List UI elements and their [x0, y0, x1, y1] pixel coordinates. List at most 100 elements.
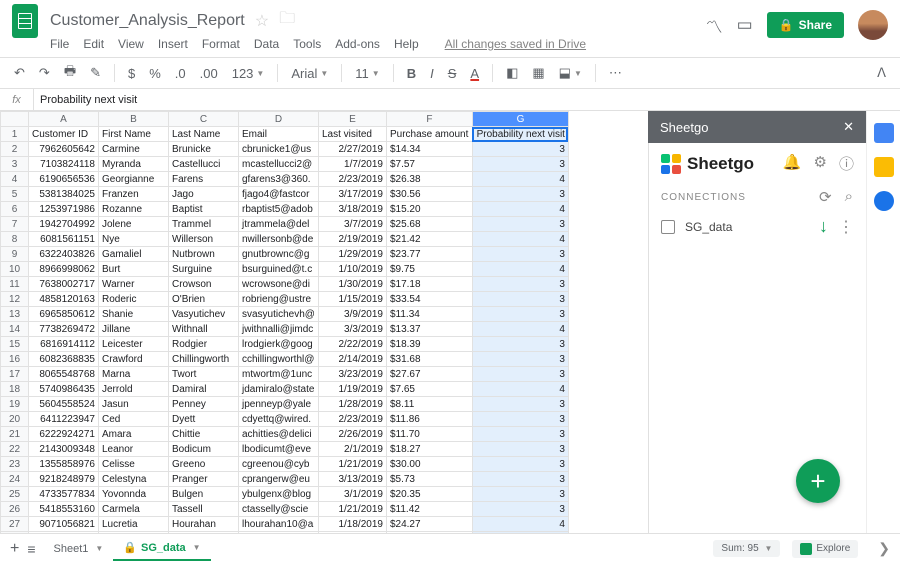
- cell[interactable]: 9218248979: [29, 472, 99, 487]
- comment-icon[interactable]: ▭: [737, 15, 753, 35]
- cell[interactable]: Rozanne: [99, 202, 169, 217]
- col-header-D[interactable]: D: [239, 112, 319, 127]
- cell[interactable]: Marna: [99, 367, 169, 382]
- header-cell[interactable]: Email: [239, 127, 319, 142]
- more-toolbar[interactable]: ⋯: [605, 63, 626, 83]
- cell[interactable]: $11.42: [386, 502, 472, 517]
- cell[interactable]: Jasun: [99, 397, 169, 412]
- cell[interactable]: Nutbrown: [169, 247, 239, 262]
- cell[interactable]: Crawford: [99, 352, 169, 367]
- cell[interactable]: 1/21/2019: [318, 457, 386, 472]
- row-header[interactable]: 24: [1, 472, 29, 487]
- cell[interactable]: Leanor: [99, 442, 169, 457]
- cell[interactable]: $7.65: [386, 382, 472, 397]
- cell[interactable]: 2/19/2019: [318, 232, 386, 247]
- cell[interactable]: nwillersonb@de: [239, 232, 319, 247]
- cell[interactable]: Amara: [99, 427, 169, 442]
- increase-decimal[interactable]: .00: [196, 64, 222, 83]
- notifications-icon[interactable]: 🔔: [783, 153, 802, 174]
- cell[interactable]: $17.18: [386, 277, 472, 292]
- cell[interactable]: 1/7/2019: [318, 157, 386, 172]
- cell[interactable]: Nye: [99, 232, 169, 247]
- cell[interactable]: $33.54: [386, 292, 472, 307]
- menu-help[interactable]: Help: [394, 37, 419, 51]
- cell[interactable]: Withnall: [169, 322, 239, 337]
- cell[interactable]: O'Brien: [169, 292, 239, 307]
- hide-sidepanel-button[interactable]: ❯: [878, 540, 890, 557]
- row-header[interactable]: 10: [1, 262, 29, 277]
- cell[interactable]: mcastellucci2@: [239, 157, 319, 172]
- cell[interactable]: 5740986435: [29, 382, 99, 397]
- cell[interactable]: 6081561151: [29, 232, 99, 247]
- cell[interactable]: 2/23/2019: [318, 172, 386, 187]
- download-icon[interactable]: ↓: [819, 216, 828, 237]
- row-header[interactable]: 11: [1, 277, 29, 292]
- menu-insert[interactable]: Insert: [158, 37, 188, 51]
- row-header[interactable]: 12: [1, 292, 29, 307]
- cell[interactable]: Burt: [99, 262, 169, 277]
- cell[interactable]: 3: [472, 277, 568, 292]
- calendar-icon[interactable]: [874, 123, 894, 143]
- menu-data[interactable]: Data: [254, 37, 279, 51]
- cell[interactable]: 1/19/2019: [318, 382, 386, 397]
- search-connections-icon[interactable]: ⌕: [845, 188, 854, 206]
- cell[interactable]: Celisse: [99, 457, 169, 472]
- strike-button[interactable]: S: [444, 64, 461, 83]
- cell[interactable]: fjago4@fastcor: [239, 187, 319, 202]
- add-connection-fab[interactable]: +: [796, 459, 840, 503]
- borders-button[interactable]: ▦: [528, 63, 548, 83]
- cell[interactable]: $30.56: [386, 187, 472, 202]
- cell[interactable]: 7103824118: [29, 157, 99, 172]
- cell[interactable]: 3: [472, 502, 568, 517]
- trend-icon[interactable]: 〽: [706, 13, 723, 38]
- cell[interactable]: 7738269472: [29, 322, 99, 337]
- cell[interactable]: 2/26/2019: [318, 427, 386, 442]
- cell[interactable]: 3/3/2019: [318, 322, 386, 337]
- connection-row[interactable]: SG_data ↓ ⋮: [661, 216, 854, 237]
- cell[interactable]: 3: [472, 352, 568, 367]
- cell[interactable]: 1/18/2019: [318, 517, 386, 532]
- row-header[interactable]: 23: [1, 457, 29, 472]
- cell[interactable]: Vasyutichev: [169, 307, 239, 322]
- cell[interactable]: svasyutichevh@: [239, 307, 319, 322]
- cell[interactable]: 4: [472, 322, 568, 337]
- cell[interactable]: 5381384025: [29, 187, 99, 202]
- col-header-C[interactable]: C: [169, 112, 239, 127]
- cell[interactable]: 8966998062: [29, 262, 99, 277]
- cell[interactable]: $18.39: [386, 337, 472, 352]
- cell[interactable]: 6222924271: [29, 427, 99, 442]
- col-header-A[interactable]: A: [29, 112, 99, 127]
- menu-format[interactable]: Format: [202, 37, 240, 51]
- cell[interactable]: mtwortm@1unc: [239, 367, 319, 382]
- cell[interactable]: bsurguined@t.c: [239, 262, 319, 277]
- more-icon[interactable]: ⋮: [838, 217, 854, 237]
- row-header[interactable]: 16: [1, 352, 29, 367]
- cell[interactable]: Chillingworth: [169, 352, 239, 367]
- cell[interactable]: 2143009348: [29, 442, 99, 457]
- cell[interactable]: Brunicke: [169, 142, 239, 157]
- cell[interactable]: Ced: [99, 412, 169, 427]
- explore-button[interactable]: Explore: [792, 540, 858, 558]
- close-sidebar-button[interactable]: ✕: [843, 119, 854, 135]
- cell[interactable]: $14.34: [386, 142, 472, 157]
- cell[interactable]: 1/29/2019: [318, 247, 386, 262]
- cell[interactable]: Yovonnda: [99, 487, 169, 502]
- cell[interactable]: Rodgier: [169, 337, 239, 352]
- cell[interactable]: $20.35: [386, 487, 472, 502]
- menu-add-ons[interactable]: Add-ons: [335, 37, 380, 51]
- row-header[interactable]: 17: [1, 367, 29, 382]
- row-header[interactable]: 7: [1, 217, 29, 232]
- cell[interactable]: $5.73: [386, 472, 472, 487]
- row-header[interactable]: 6: [1, 202, 29, 217]
- cell[interactable]: 4858120163: [29, 292, 99, 307]
- cell[interactable]: Georgianne: [99, 172, 169, 187]
- header-cell[interactable]: First Name: [99, 127, 169, 142]
- cell[interactable]: cprangerw@eu: [239, 472, 319, 487]
- sum-indicator[interactable]: Sum: 95 ▼: [713, 540, 780, 557]
- cell[interactable]: Pranger: [169, 472, 239, 487]
- menu-file[interactable]: File: [50, 37, 69, 51]
- cell[interactable]: rbaptist5@adob: [239, 202, 319, 217]
- cell[interactable]: 7638002717: [29, 277, 99, 292]
- formula-bar[interactable]: Probability next visit: [34, 94, 137, 106]
- header-cell[interactable]: Customer ID: [29, 127, 99, 142]
